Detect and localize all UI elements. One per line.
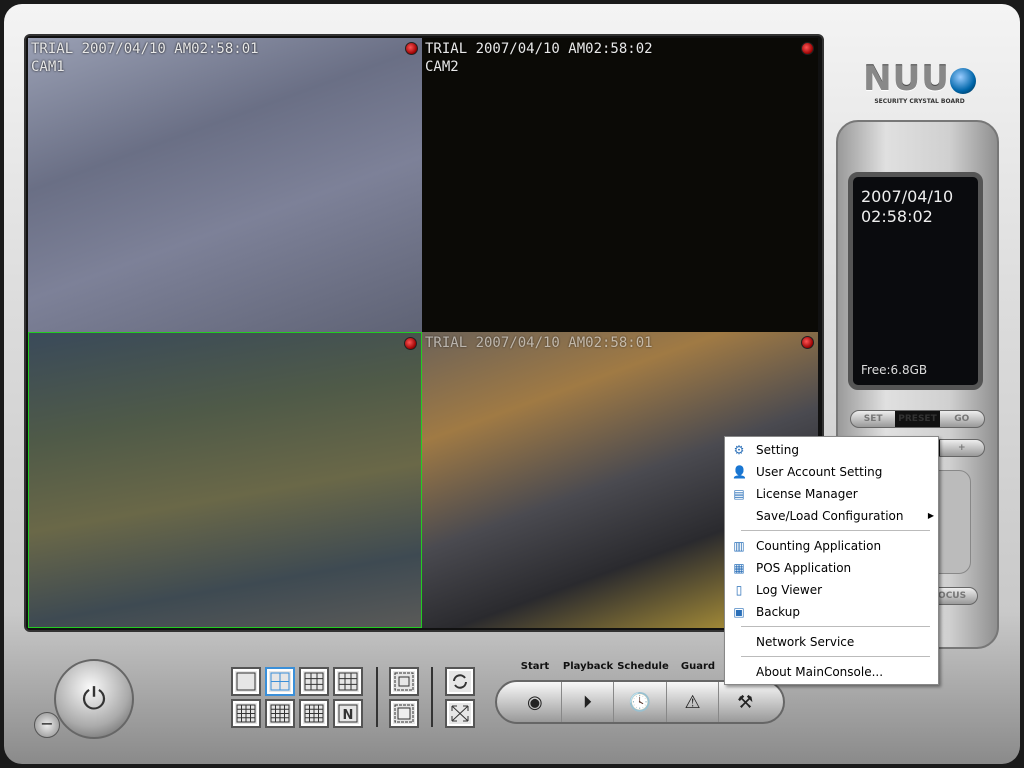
grid-sixteen-icon	[304, 704, 324, 723]
record-icon: ◉	[526, 691, 543, 713]
record-indicator-icon	[404, 337, 417, 350]
gear-icon: ⚙	[733, 443, 745, 457]
rotate-icon	[453, 674, 467, 689]
camera-3-view[interactable]	[28, 332, 422, 628]
layout-nine-button[interactable]	[333, 667, 363, 696]
layout-1plus5-button[interactable]	[299, 667, 329, 696]
playback-button[interactable]: ⏵	[562, 682, 615, 722]
hammer-icon: ⚒	[737, 691, 754, 713]
menu-separator	[741, 626, 930, 627]
grid-single-icon	[236, 672, 256, 691]
fullscreen-icon	[451, 705, 469, 722]
menu-separator	[741, 656, 930, 657]
svg-text:N: N	[343, 708, 354, 723]
auto-scan-button[interactable]	[445, 667, 475, 696]
schedule-button[interactable]: 🕓	[614, 682, 667, 722]
logo-tagline: SECURITY CRYSTAL BOARD	[874, 98, 965, 105]
nuuo-logo: NUU SECURITY CRYSTAL BOARD	[862, 60, 977, 110]
menu-item-network-service[interactable]: Network Service	[725, 631, 938, 653]
layout-single-button[interactable]	[231, 667, 261, 696]
grid-custom-icon: N	[338, 704, 358, 723]
config-button[interactable]: ⚒	[719, 682, 771, 722]
record-indicator-icon	[405, 42, 418, 55]
layout-custom-button[interactable]: N	[333, 699, 363, 728]
log-icon: ▯	[735, 583, 743, 597]
grid-border-icon	[394, 672, 414, 691]
config-menu: ⚙ Setting 👤 User Account Setting ▤ License …	[724, 436, 939, 685]
record-indicator-icon	[801, 336, 814, 349]
user-icon: 👤	[732, 465, 747, 479]
preset-controls: SET PRESET GO	[850, 410, 985, 428]
main-toolbar: ◉ ⏵ 🕓 ⚠ ⚒	[495, 680, 785, 724]
warning-icon: ⚠	[684, 691, 701, 713]
camera-2-view[interactable]: TRIAL 2007/04/10 AM02:58:02 CAM2	[422, 38, 818, 332]
layout-quad-button[interactable]	[265, 667, 295, 696]
minus-icon: −	[40, 714, 54, 733]
playback-label: Playback	[562, 661, 614, 672]
preset-field[interactable]: PRESET	[895, 411, 940, 427]
go-button[interactable]: GO	[940, 411, 984, 427]
menu-item-backup[interactable]: ▣ Backup	[725, 601, 938, 623]
lcd-datetime: 2007/04/10 02:58:02	[861, 187, 954, 226]
menu-item-setting[interactable]: ⚙ Setting	[725, 439, 938, 461]
camera-osd: TRIAL 2007/04/10 AM02:58:01 CAM1	[31, 41, 259, 75]
grid-quad-icon	[270, 672, 290, 691]
camera-osd: TRIAL 2007/04/10 AM02:58:02 CAM2	[425, 41, 653, 75]
grid-nine-icon	[338, 672, 358, 691]
schedule-label: Schedule	[617, 661, 669, 672]
layout-1plus12-button[interactable]	[265, 699, 295, 728]
menu-item-user-account-setting[interactable]: 👤 User Account Setting	[725, 461, 938, 483]
menu-item-about[interactable]: About MainConsole...	[725, 661, 938, 683]
record-indicator-icon	[801, 42, 814, 55]
free-space: Free:6.8GB	[861, 363, 928, 377]
zoom-in-button[interactable]: +	[940, 440, 984, 456]
playback-icon: ⏵	[582, 691, 592, 713]
pos-icon: ▦	[733, 561, 745, 575]
power-icon: ⏻	[82, 681, 106, 717]
license-icon: ▤	[733, 487, 745, 501]
menu-item-pos-application[interactable]: ▦ POS Application	[725, 557, 938, 579]
schedule-icon: 🕓	[628, 691, 652, 713]
menu-item-log-viewer[interactable]: ▯ Log Viewer	[725, 579, 938, 601]
menu-item-counting-application[interactable]: ▥ Counting Application	[725, 535, 938, 557]
fullscreen-button[interactable]	[445, 699, 475, 728]
divider	[431, 667, 433, 727]
submenu-arrow-icon: ▶	[927, 511, 934, 520]
grid-thirteen-icon	[236, 704, 256, 723]
start-label: Start	[520, 661, 550, 672]
minimize-button[interactable]: −	[34, 712, 60, 738]
layout-sixteen-button[interactable]	[299, 699, 329, 728]
set-button[interactable]: SET	[851, 411, 895, 427]
backup-icon: ▣	[733, 605, 745, 619]
guard-button[interactable]: ⚠	[667, 682, 720, 722]
video-grid: TRIAL 2007/04/10 AM02:58:01 CAM1 TRIAL 2…	[24, 34, 824, 632]
layout-frame-button[interactable]	[389, 699, 419, 728]
layout-border-button[interactable]	[389, 667, 419, 696]
grid-1plus5-icon	[304, 672, 324, 691]
counting-icon: ▥	[733, 539, 745, 553]
lcd-display: 2007/04/10 02:58:02 Free:6.8GB	[848, 172, 983, 390]
layout-thirteen-button[interactable]	[231, 699, 261, 728]
power-button[interactable]: ⏻	[54, 659, 134, 739]
start-button[interactable]: ◉	[509, 682, 562, 722]
camera-1-view[interactable]: TRIAL 2007/04/10 AM02:58:01 CAM1	[28, 38, 422, 332]
menu-item-save-load-configuration[interactable]: Save/Load Configuration ▶	[725, 505, 938, 527]
grid-frame-icon	[394, 704, 414, 723]
divider	[376, 667, 378, 727]
camera-osd: TRIAL 2007/04/10 AM02:58:01	[425, 335, 653, 351]
guard-label: Guard	[680, 661, 716, 672]
menu-separator	[741, 530, 930, 531]
grid-1plus12-icon	[270, 704, 290, 723]
menu-item-license-manager[interactable]: ▤ License Manager	[725, 483, 938, 505]
